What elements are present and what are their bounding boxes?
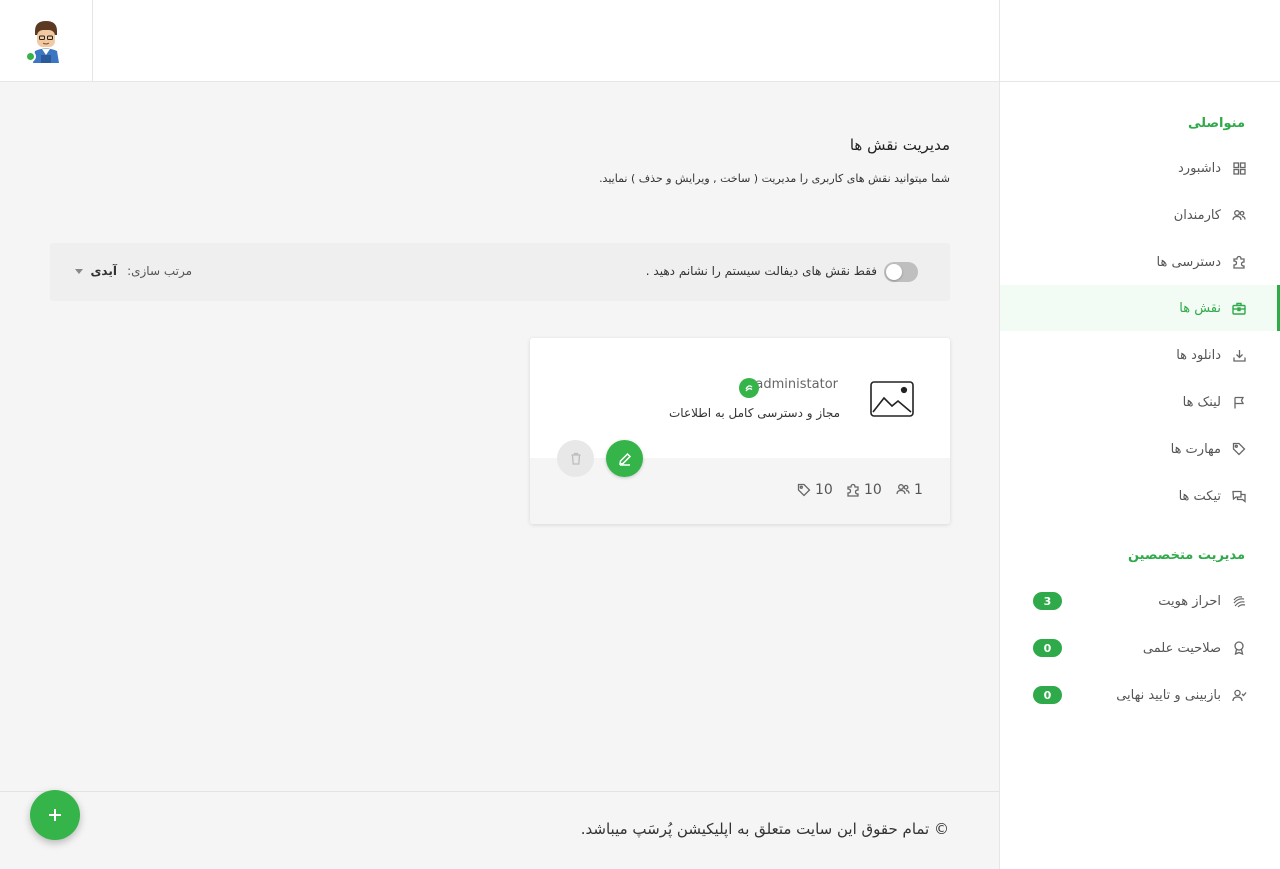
fingerprint-icon bbox=[1231, 593, 1247, 609]
sort-select[interactable]: آیدی bbox=[90, 264, 117, 278]
messages-icon bbox=[1231, 488, 1247, 504]
flag-icon bbox=[1231, 394, 1247, 410]
role-stat-value: 10 bbox=[815, 482, 833, 498]
sidebar-item-tickets[interactable]: تیکت ها bbox=[1000, 473, 1280, 519]
role-stat-permissions: 10 bbox=[846, 482, 882, 498]
role-stat-value: 10 bbox=[864, 482, 882, 498]
role-card-footer bbox=[530, 458, 950, 524]
sidebar-item-employees[interactable]: کارمندان bbox=[1000, 192, 1280, 238]
count-badge: 0 bbox=[1033, 639, 1062, 657]
sidebar-item-dashboard[interactable]: داشبورد bbox=[1000, 145, 1280, 191]
sidebar-item-label: تیکت ها bbox=[1178, 488, 1221, 504]
count-badge: 3 bbox=[1033, 592, 1062, 610]
puzzle-icon bbox=[1231, 254, 1247, 270]
image-placeholder-icon bbox=[870, 381, 914, 417]
sidebar-item-label: داشبورد bbox=[1178, 160, 1221, 176]
sidebar-item-skills[interactable]: مهارت ها bbox=[1000, 426, 1280, 472]
toggle-knob bbox=[886, 264, 902, 280]
dashboard-icon bbox=[1231, 160, 1247, 176]
edit-role-button[interactable] bbox=[606, 440, 643, 477]
plus-icon bbox=[49, 809, 61, 821]
sidebar: منواصلی داشبورد کارمندان دسترسی ها نقش ه… bbox=[999, 0, 1280, 869]
count-badge: 0 bbox=[1033, 686, 1062, 704]
tag-icon bbox=[1231, 441, 1247, 457]
role-stat-tags: 10 bbox=[797, 482, 833, 498]
sort-label: مرتب سازی: bbox=[127, 264, 192, 278]
sidebar-header bbox=[1000, 0, 1280, 82]
edit-pencil-icon bbox=[618, 452, 631, 466]
puzzle-icon bbox=[846, 483, 860, 497]
role-description: مجاز و دسترسی کامل به اطلاعات bbox=[668, 406, 840, 420]
sidebar-item-label: دانلود ها bbox=[1176, 347, 1221, 363]
briefcase-icon bbox=[1231, 300, 1247, 316]
page-description: شما میتوانید نقش های کاربری را مدیریت ( … bbox=[599, 172, 950, 185]
user-menu[interactable] bbox=[0, 0, 93, 82]
page-title: مدیریت نقش ها bbox=[849, 136, 950, 154]
sidebar-item-label: مهارت ها bbox=[1170, 441, 1221, 457]
sidebar-item-links[interactable]: لینک ها bbox=[1000, 379, 1280, 425]
sidebar-item-label: دسترسی ها bbox=[1156, 254, 1221, 270]
top-bar bbox=[0, 0, 1000, 82]
default-roles-toggle-label: فقط نقش های دیفالت سیستم را نشانم دهید . bbox=[645, 264, 877, 278]
sidebar-item-permissions[interactable]: دسترسی ها bbox=[1000, 239, 1280, 285]
tag-icon bbox=[797, 483, 811, 497]
sidebar-item-label: کارمندان bbox=[1173, 207, 1221, 223]
users-icon bbox=[896, 483, 910, 497]
delete-role-button[interactable] bbox=[557, 440, 594, 477]
download-icon bbox=[1231, 347, 1247, 363]
sidebar-item-roles[interactable]: نقش ها bbox=[1000, 285, 1280, 331]
copyright-text: © تمام حقوق این سایت متعلق به اپلیکیشن پ… bbox=[580, 820, 949, 838]
trash-icon bbox=[571, 452, 580, 465]
sidebar-item-downloads[interactable]: دانلود ها bbox=[1000, 332, 1280, 378]
sidebar-item-final-review[interactable]: بازبینی و تایید نهایی 0 bbox=[1000, 672, 1280, 718]
users-icon bbox=[1231, 207, 1247, 223]
verified-badge-icon bbox=[739, 378, 759, 398]
sidebar-item-label: احراز هویت bbox=[1158, 593, 1221, 609]
role-name: administator bbox=[755, 377, 838, 392]
award-icon bbox=[1231, 640, 1247, 656]
role-stat-users: 1 bbox=[896, 482, 923, 498]
default-roles-toggle[interactable] bbox=[884, 262, 918, 282]
sidebar-item-label: صلاحیت علمی bbox=[1142, 640, 1221, 656]
user-check-icon bbox=[1231, 687, 1247, 703]
sidebar-item-label: نقش ها bbox=[1179, 300, 1221, 316]
sidebar-item-label: لینک ها bbox=[1182, 394, 1221, 410]
sidebar-item-label: بازبینی و تایید نهایی bbox=[1116, 687, 1221, 703]
add-role-button[interactable] bbox=[30, 790, 80, 840]
footer: © تمام حقوق این سایت متعلق به اپلیکیشن پ… bbox=[0, 791, 999, 869]
online-status-dot bbox=[25, 51, 36, 62]
role-card: administator مجاز و دسترسی کامل به اطلاع… bbox=[530, 338, 950, 524]
sidebar-section-main: منواصلی bbox=[1188, 116, 1245, 131]
sidebar-section-experts: مدیریت متخصصین bbox=[1127, 548, 1245, 563]
role-stat-value: 1 bbox=[914, 482, 923, 498]
filter-bar: فقط نقش های دیفالت سیستم را نشانم دهید .… bbox=[50, 243, 950, 301]
chevron-down-icon[interactable] bbox=[75, 269, 83, 274]
sidebar-item-identity[interactable]: احراز هویت 3 bbox=[1000, 578, 1280, 624]
sidebar-item-qualification[interactable]: صلاحیت علمی 0 bbox=[1000, 625, 1280, 671]
